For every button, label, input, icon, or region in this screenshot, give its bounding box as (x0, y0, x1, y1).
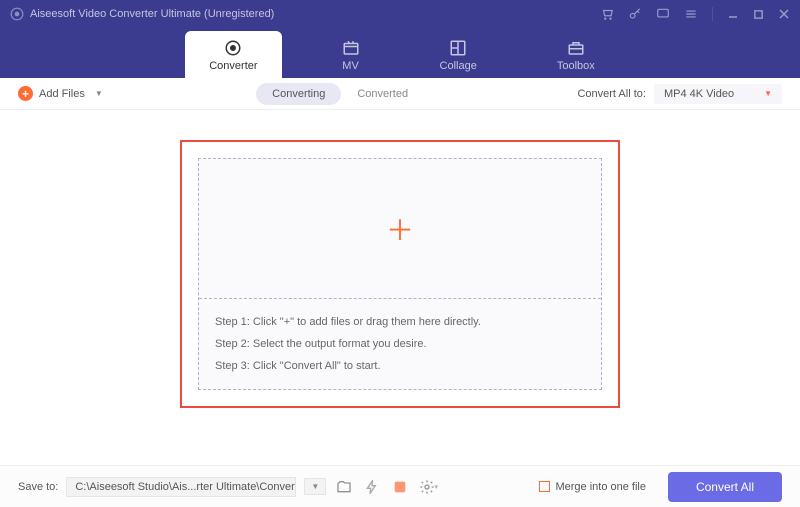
instructions: Step 1: Click "+" to add files or drag t… (199, 299, 601, 389)
plus-icon: + (18, 86, 33, 101)
feedback-icon[interactable] (656, 7, 670, 21)
divider (712, 7, 713, 21)
output-format-select[interactable]: MP4 4K Video ▼ (654, 84, 782, 104)
key-icon[interactable] (628, 7, 642, 21)
save-to-label: Save to: (18, 481, 58, 493)
tab-converter[interactable]: Converter (185, 31, 281, 78)
step-3: Step 3: Click "Convert All" to start. (215, 355, 585, 377)
path-dropdown[interactable]: ▼ (304, 478, 326, 495)
open-folder-icon[interactable] (334, 477, 354, 497)
drop-area[interactable]: ＋ (199, 159, 601, 299)
tab-label: Converter (209, 60, 257, 72)
menu-icon[interactable] (684, 7, 698, 21)
close-button[interactable] (778, 8, 790, 20)
merge-label: Merge into one file (555, 481, 646, 493)
status-tab-converting[interactable]: Converting (256, 83, 341, 105)
tab-label: Collage (440, 60, 477, 72)
save-path-field[interactable]: C:\Aiseesoft Studio\Ais...rter Ultimate\… (66, 477, 296, 497)
footer: Save to: C:\Aiseesoft Studio\Ais...rter … (0, 465, 800, 507)
maximize-button[interactable] (753, 9, 764, 20)
step-2: Step 2: Select the output format you des… (215, 333, 585, 355)
gpu-accel-icon[interactable] (362, 477, 382, 497)
convert-all-button[interactable]: Convert All (668, 472, 782, 502)
app-logo-icon (10, 7, 24, 21)
add-plus-icon: ＋ (386, 209, 414, 249)
tab-collage[interactable]: Collage (420, 33, 497, 78)
chevron-down-icon: ▼ (764, 89, 772, 98)
main-tabs: Converter MV Collage Toolbox (0, 28, 800, 78)
minimize-button[interactable] (727, 8, 739, 20)
status-tab-converted[interactable]: Converted (341, 83, 424, 105)
step-1: Step 1: Click "+" to add files or drag t… (215, 311, 585, 333)
main-area: ＋ Step 1: Click "+" to add files or drag… (0, 110, 800, 465)
convert-all-to-label: Convert All to: (577, 88, 645, 100)
add-files-label: Add Files (39, 88, 85, 100)
tab-mv[interactable]: MV (322, 33, 380, 78)
dropzone-highlight: ＋ Step 1: Click "+" to add files or drag… (180, 140, 620, 408)
cart-icon[interactable] (600, 7, 614, 21)
window-controls (600, 7, 790, 21)
chevron-down-icon: ▼ (95, 89, 103, 98)
tab-toolbox[interactable]: Toolbox (537, 33, 615, 78)
selected-format: MP4 4K Video (664, 88, 734, 100)
titlebar: Aiseesoft Video Converter Ultimate (Unre… (0, 0, 800, 28)
status-tabs: Converting Converted (256, 83, 424, 105)
add-files-button[interactable]: + Add Files ▼ (18, 86, 103, 101)
tab-label: MV (342, 60, 359, 72)
window-title: Aiseesoft Video Converter Ultimate (Unre… (30, 8, 600, 20)
checkbox-icon (539, 481, 550, 492)
dropzone: ＋ Step 1: Click "+" to add files or drag… (198, 158, 602, 390)
toolbar: + Add Files ▼ Converting Converted Conve… (0, 78, 800, 110)
settings-icon[interactable]: ▾ (418, 477, 438, 497)
convert-all-to: Convert All to: MP4 4K Video ▼ (577, 84, 782, 104)
merge-checkbox[interactable]: Merge into one file (539, 481, 646, 493)
high-speed-icon[interactable] (390, 477, 410, 497)
tab-label: Toolbox (557, 60, 595, 72)
